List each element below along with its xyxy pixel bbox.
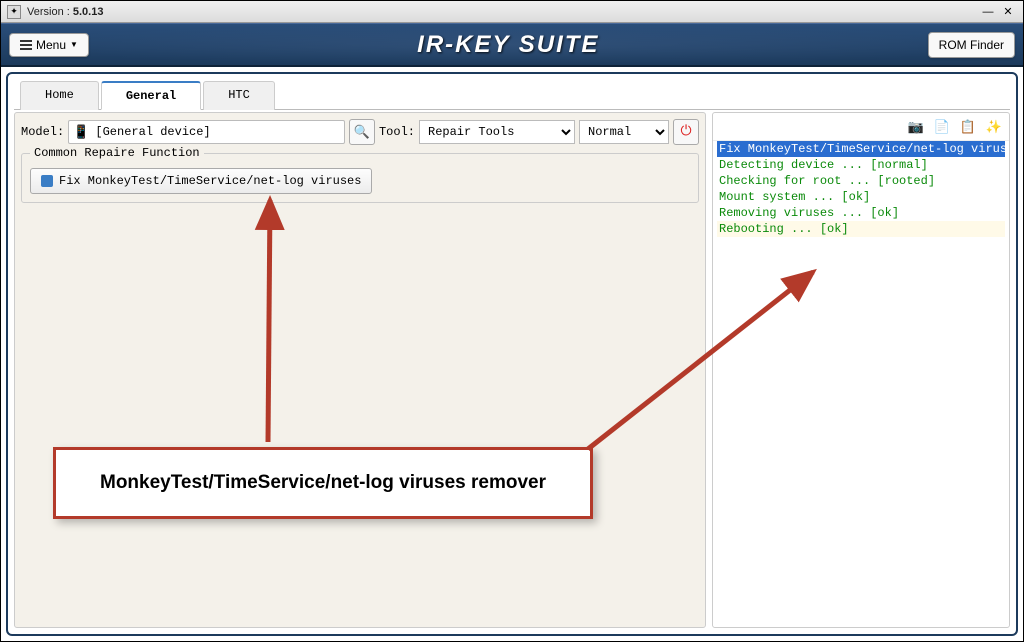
content-area: Home General HTC Model: 📱 [General devic… bbox=[6, 72, 1018, 636]
search-icon: 🔍 bbox=[354, 125, 370, 140]
log-line: Removing viruses ... [ok] bbox=[717, 205, 1005, 221]
phone-icon: 📱 bbox=[73, 125, 89, 140]
close-button[interactable]: ✕ bbox=[999, 5, 1017, 19]
save-icon: 📄 bbox=[934, 119, 950, 135]
annotation-arrow-2 bbox=[568, 264, 828, 464]
clear-log-button[interactable]: ✨ bbox=[983, 116, 1005, 138]
app-icon: ✦ bbox=[7, 5, 21, 19]
tab-general[interactable]: General bbox=[101, 81, 201, 110]
hamburger-icon bbox=[20, 40, 32, 50]
rom-finder-button[interactable]: ROM Finder bbox=[928, 32, 1015, 58]
toolbar: Model: 📱 [General device] 🔍 Tool: Repair… bbox=[21, 119, 699, 145]
titlebar-text: Version : 5.0.13 bbox=[27, 6, 977, 18]
screenshot-button[interactable]: 📷 bbox=[905, 116, 927, 138]
tab-home[interactable]: Home bbox=[20, 81, 99, 110]
callout-box: MonkeyTest/TimeService/net-log viruses r… bbox=[53, 447, 593, 519]
log-line: Mount system ... [ok] bbox=[717, 189, 1005, 205]
log-line: Fix MonkeyTest/TimeService/net-log virus… bbox=[717, 141, 1005, 157]
copy-log-button[interactable]: 📋 bbox=[957, 116, 979, 138]
version-number: 5.0.13 bbox=[73, 6, 104, 18]
chevron-down-icon: ▼ bbox=[70, 40, 78, 49]
menu-label: Menu bbox=[36, 38, 66, 52]
app-title: IR-KEY SUITE bbox=[89, 31, 928, 59]
camera-icon: 📷 bbox=[908, 119, 924, 135]
fix-viruses-button[interactable]: Fix MonkeyTest/TimeService/net-log virus… bbox=[30, 168, 372, 194]
power-icon: ⏻ bbox=[680, 124, 691, 140]
log-toolbar: 📷 📄 📋 ✨ bbox=[713, 113, 1009, 141]
tab-htc[interactable]: HTC bbox=[203, 81, 275, 110]
log-line: Checking for root ... [rooted] bbox=[717, 173, 1005, 189]
model-input[interactable]: 📱 [General device] bbox=[68, 120, 345, 144]
version-label: Version : bbox=[27, 6, 70, 18]
tool-select[interactable]: Repair Tools bbox=[419, 120, 575, 144]
log-line: Detecting device ... [normal] bbox=[717, 157, 1005, 173]
save-log-button[interactable]: 📄 bbox=[931, 116, 953, 138]
fix-button-label: Fix MonkeyTest/TimeService/net-log virus… bbox=[59, 174, 361, 188]
cube-icon bbox=[41, 175, 53, 187]
menu-button[interactable]: Menu ▼ bbox=[9, 33, 89, 57]
fieldset-legend: Common Repaire Function bbox=[30, 146, 204, 160]
log-line: Rebooting ... [ok] bbox=[717, 221, 1005, 237]
titlebar: ✦ Version : 5.0.13 — ✕ bbox=[1, 1, 1023, 23]
annotation-arrow-1 bbox=[218, 192, 338, 452]
header-bar: Menu ▼ IR-KEY SUITE ROM Finder bbox=[1, 23, 1023, 67]
repair-fieldset: Common Repaire Function Fix MonkeyTest/T… bbox=[21, 153, 699, 203]
minimize-button[interactable]: — bbox=[979, 5, 997, 19]
tabs: Home General HTC bbox=[14, 80, 1010, 110]
mode-select[interactable]: Normal bbox=[579, 120, 669, 144]
power-button[interactable]: ⏻ bbox=[673, 119, 699, 145]
copy-icon: 📋 bbox=[960, 119, 976, 135]
model-value: [General device] bbox=[95, 125, 210, 139]
search-button[interactable]: 🔍 bbox=[349, 119, 375, 145]
sparkle-icon: ✨ bbox=[986, 119, 1002, 135]
model-label: Model: bbox=[21, 125, 64, 139]
tool-label: Tool: bbox=[379, 125, 415, 139]
